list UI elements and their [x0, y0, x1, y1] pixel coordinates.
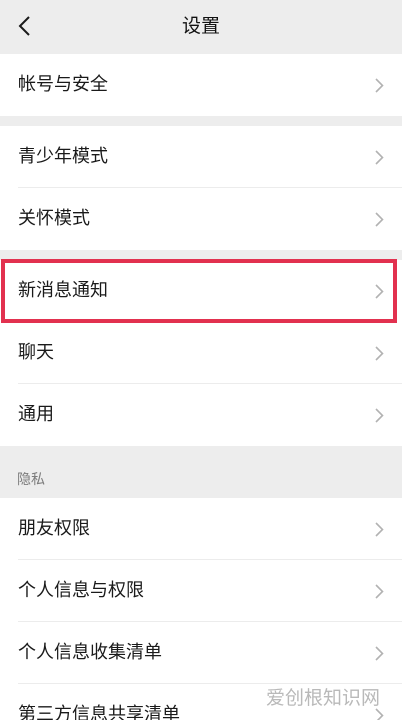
- settings-item-youth-mode[interactable]: 青少年模式: [0, 126, 402, 188]
- settings-item-friend-permissions[interactable]: 朋友权限: [0, 498, 402, 560]
- settings-item-label: 通用: [18, 404, 54, 425]
- chevron-right-icon: [375, 408, 384, 423]
- chevron-right-icon: [375, 584, 384, 599]
- chevron-right-icon: [375, 522, 384, 537]
- settings-item-label: 第三方信息共享清单: [18, 704, 180, 720]
- settings-group-general: 新消息通知 聊天 通用: [0, 260, 402, 446]
- chevron-right-icon: [375, 150, 384, 165]
- settings-item-new-message-notification[interactable]: 新消息通知: [0, 260, 402, 322]
- chevron-right-icon: [375, 646, 384, 661]
- settings-group-modes: 青少年模式 关怀模式: [0, 126, 402, 250]
- settings-item-label: 青少年模式: [18, 146, 108, 167]
- settings-item-general[interactable]: 通用: [0, 384, 402, 446]
- chevron-right-icon: [375, 284, 384, 299]
- settings-item-label: 聊天: [18, 342, 54, 363]
- settings-item-personal-info-permissions[interactable]: 个人信息与权限: [0, 560, 402, 622]
- top-navigation-bar: 设置: [0, 0, 402, 52]
- settings-screen: 设置 帐号与安全 青少年模式 关怀模式 新消息通知 聊天 通用 隐私 朋友权限 …: [0, 0, 402, 720]
- section-label-privacy: 隐私: [17, 472, 45, 488]
- watermark: 爱创根知识网: [266, 687, 381, 709]
- settings-item-label: 朋友权限: [18, 518, 90, 539]
- settings-item-label: 个人信息收集清单: [18, 642, 162, 663]
- page-title: 设置: [181, 15, 220, 37]
- chevron-right-icon: [375, 78, 384, 93]
- settings-item-care-mode[interactable]: 关怀模式: [0, 188, 402, 250]
- settings-item-label: 新消息通知: [18, 280, 108, 301]
- chevron-right-icon: [375, 212, 384, 227]
- settings-group-account: 帐号与安全: [0, 54, 402, 116]
- settings-item-label: 个人信息与权限: [18, 580, 144, 601]
- settings-item-label: 帐号与安全: [18, 74, 108, 95]
- settings-item-label: 关怀模式: [18, 208, 90, 229]
- settings-item-chat[interactable]: 聊天: [0, 322, 402, 384]
- chevron-right-icon: [375, 346, 384, 361]
- settings-item-personal-info-collection-list[interactable]: 个人信息收集清单: [0, 622, 402, 684]
- settings-item-account-security[interactable]: 帐号与安全: [0, 54, 402, 116]
